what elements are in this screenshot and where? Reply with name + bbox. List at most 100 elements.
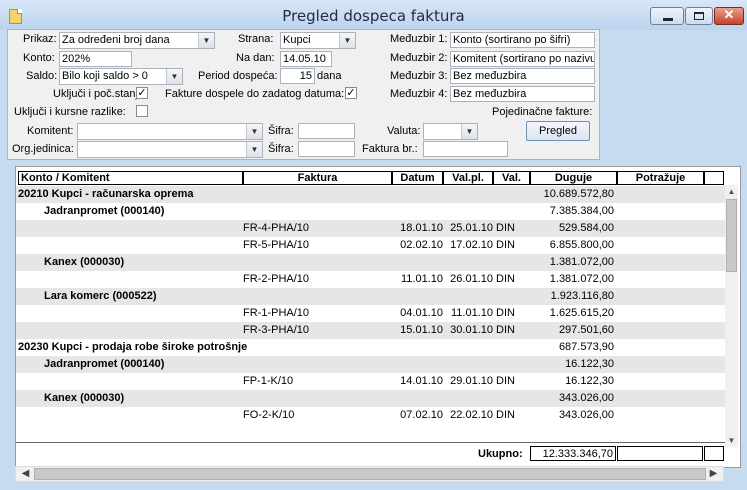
cell-datum: 07.02.10 bbox=[400, 409, 443, 421]
ukljuci-poc-checkbox[interactable]: ✓ bbox=[136, 87, 148, 99]
prikaz-label: Prikaz: bbox=[23, 33, 57, 45]
orgjed-select[interactable]: ▼ bbox=[77, 141, 263, 158]
table-row[interactable]: Kanex (000030) 1.381.072,00 bbox=[16, 254, 725, 271]
cell-duguje: 297.501,60 bbox=[558, 324, 614, 336]
maximize-button[interactable] bbox=[685, 7, 713, 25]
medjuzbir1-input[interactable]: Konto (sortirano po šifri) bbox=[450, 32, 595, 48]
saldo-select[interactable]: Bilo koji saldo > 0 ▼ bbox=[59, 68, 183, 85]
col-duguje[interactable]: Duguje bbox=[530, 171, 617, 185]
faktura-br-input[interactable] bbox=[423, 141, 508, 157]
cell-col0: 20230 Kupci - prodaja robe široke potroš… bbox=[18, 341, 248, 353]
col-datum[interactable]: Datum bbox=[392, 171, 443, 185]
na-dan-input[interactable]: 14.05.10 bbox=[280, 51, 332, 67]
table-row[interactable]: Jadranpromet (000140) 7.385.384,00 bbox=[16, 203, 725, 220]
ukljuci-kurs-checkbox[interactable] bbox=[136, 105, 148, 117]
grid-header: Konto / Komitent Faktura Datum Val.pl. V… bbox=[16, 171, 738, 185]
total-duguje: 12.333.346,70 bbox=[530, 446, 616, 461]
fakture-dospele-checkbox[interactable]: ✓ bbox=[345, 87, 357, 99]
cell-col0: Jadranpromet (000140) bbox=[44, 358, 165, 370]
strana-value: Kupci bbox=[283, 34, 311, 46]
table-row[interactable]: FR-4-PHA/10 18.01.10 25.01.10 DIN 529.584,00 bbox=[16, 220, 725, 237]
table-row[interactable]: 20230 Kupci - prodaja robe široke potroš… bbox=[16, 339, 725, 356]
konto-input[interactable]: 202% bbox=[59, 51, 132, 67]
table-row[interactable]: FO-2-K/10 07.02.10 22.02.10 DIN 343.026,00 bbox=[16, 407, 725, 424]
cell-valpl: 11.01.10 bbox=[450, 307, 493, 319]
col-faktura[interactable]: Faktura bbox=[243, 171, 392, 185]
col-valpl[interactable]: Val.pl. bbox=[443, 171, 493, 185]
cell-duguje: 1.923.116,80 bbox=[550, 290, 614, 302]
cell-datum: 15.01.10 bbox=[400, 324, 443, 336]
medjuzbir4-input[interactable]: Bez međuzbira bbox=[450, 86, 595, 102]
cell-duguje: 6.855.800,00 bbox=[549, 239, 614, 251]
prikaz-select[interactable]: Za određeni broj dana ▼ bbox=[59, 32, 215, 49]
scroll-right-icon[interactable]: ▶ bbox=[706, 467, 721, 481]
app-window: Pregled dospeca faktura ✕ Prikaz: Za odr… bbox=[0, 0, 747, 490]
fakture-dospele-label: Fakture dospele do zadatog datuma: bbox=[165, 88, 345, 100]
medjuzbir3-input[interactable]: Bez međuzbira bbox=[450, 68, 595, 84]
vertical-scrollbar[interactable]: ▲ ▼ bbox=[725, 185, 738, 447]
period-unit: dana bbox=[317, 70, 342, 82]
cell-valpl: 22.02.10 bbox=[450, 409, 493, 421]
chevron-down-icon[interactable]: ▼ bbox=[246, 142, 262, 157]
col-konto-komitent[interactable]: Konto / Komitent bbox=[18, 171, 243, 185]
chevron-down-icon[interactable]: ▼ bbox=[246, 124, 262, 139]
cell-faktura: FR-1-PHA/10 bbox=[243, 307, 310, 319]
table-row[interactable]: Lara komerc (000522) 1.923.116,80 bbox=[16, 288, 725, 305]
scroll-down-icon[interactable]: ▼ bbox=[725, 434, 738, 447]
orgjed-label: Org.jedinica: bbox=[12, 143, 74, 155]
table-row[interactable]: Kanex (000030) 343.026,00 bbox=[16, 390, 725, 407]
total-extra bbox=[704, 446, 724, 461]
komitent-select[interactable]: ▼ bbox=[77, 123, 263, 140]
grid-footer: Ukupno: 12.333.346,70 bbox=[16, 442, 725, 465]
period-input[interactable]: 15 bbox=[280, 68, 315, 84]
close-button[interactable]: ✕ bbox=[714, 7, 744, 25]
na-dan-label: Na dan: bbox=[236, 52, 275, 64]
table-row[interactable]: FP-1-K/10 14.01.10 29.01.10 DIN 16.122,30 bbox=[16, 373, 725, 390]
table-row[interactable]: Jadranpromet (000140) 16.122,30 bbox=[16, 356, 725, 373]
pregled-button[interactable]: Pregled bbox=[526, 121, 590, 141]
cell-duguje: 7.385.384,00 bbox=[549, 205, 614, 217]
col-potrazuje[interactable]: Potražuje bbox=[617, 171, 704, 185]
cell-duguje: 1.381.072,00 bbox=[549, 273, 614, 285]
strana-select[interactable]: Kupci ▼ bbox=[280, 32, 356, 49]
sifra2-label: Šifra: bbox=[268, 143, 294, 155]
scroll-up-icon[interactable]: ▲ bbox=[725, 185, 738, 198]
chevron-down-icon[interactable]: ▼ bbox=[461, 124, 477, 139]
cell-datum: 11.01.10 bbox=[400, 273, 443, 285]
close-icon: ✕ bbox=[723, 7, 735, 22]
cell-faktura: FR-5-PHA/10 bbox=[243, 239, 310, 251]
table-row[interactable]: FR-2-PHA/10 11.01.10 26.01.10 DIN 1.381.072,… bbox=[16, 271, 725, 288]
cell-datum: 18.01.10 bbox=[400, 222, 443, 234]
table-row[interactable]: FR-1-PHA/10 04.01.10 11.01.10 DIN 1.625.615,… bbox=[16, 305, 725, 322]
sifra1-input[interactable] bbox=[298, 123, 355, 139]
chevron-down-icon[interactable]: ▼ bbox=[339, 33, 355, 48]
chevron-down-icon[interactable]: ▼ bbox=[166, 69, 182, 84]
scroll-left-icon[interactable]: ◀ bbox=[18, 467, 33, 481]
sifra1-label: Šifra: bbox=[268, 125, 294, 137]
cell-col0: Lara komerc (000522) bbox=[44, 290, 157, 302]
sifra2-input[interactable] bbox=[298, 141, 355, 157]
table-row[interactable]: 20210 Kupci - računarska oprema 10.689.57… bbox=[16, 186, 725, 203]
medjuzbir2-input[interactable]: Komitent (sortirano po nazivu) bbox=[450, 51, 595, 67]
hscroll-thumb[interactable] bbox=[34, 468, 706, 480]
medjuzbir3-label: Međuzbir 3: bbox=[390, 70, 448, 82]
minimize-button[interactable] bbox=[650, 7, 684, 25]
pojedinacne-label: Pojedinačne fakture: bbox=[492, 106, 593, 118]
cell-val: DIN bbox=[496, 239, 515, 251]
medjuzbir2-label: Međuzbir 2: bbox=[390, 52, 448, 64]
horizontal-scrollbar[interactable]: ◀ ▶ bbox=[15, 466, 724, 482]
table-row[interactable]: FR-5-PHA/10 02.02.10 17.02.10 DIN 6.855.800,… bbox=[16, 237, 725, 254]
cell-val: DIN bbox=[496, 375, 515, 387]
saldo-value: Bilo koji saldo > 0 bbox=[62, 70, 148, 82]
scroll-thumb[interactable] bbox=[726, 199, 737, 272]
medjuzbir1-label: Međuzbir 1: bbox=[390, 33, 448, 45]
cell-duguje: 16.122,30 bbox=[565, 358, 614, 370]
ukljuci-kurs-label: Uključi i kursne razlike: bbox=[14, 106, 126, 118]
valuta-select[interactable]: ▼ bbox=[423, 123, 478, 140]
table-row[interactable]: FR-3-PHA/10 15.01.10 30.01.10 DIN 297.501,60 bbox=[16, 322, 725, 339]
col-val[interactable]: Val. bbox=[493, 171, 530, 185]
cell-valpl: 30.01.10 bbox=[450, 324, 493, 336]
title-bar: Pregled dospeca faktura ✕ bbox=[0, 0, 747, 30]
chevron-down-icon[interactable]: ▼ bbox=[198, 33, 214, 48]
komitent-label: Komitent: bbox=[27, 125, 74, 137]
